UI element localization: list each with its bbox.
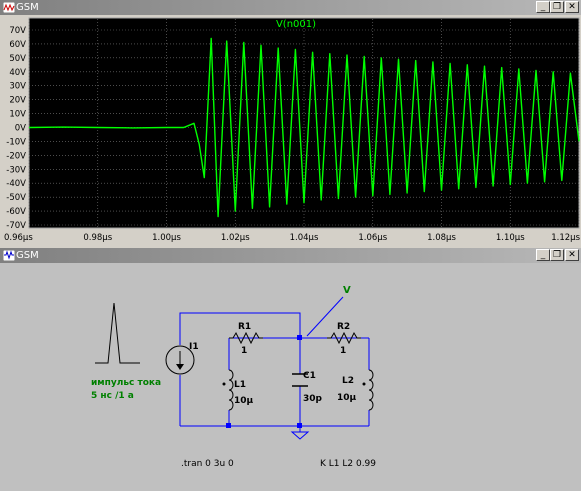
resistor-r2-name: R2 bbox=[337, 322, 350, 332]
y-tick-label: -60V bbox=[6, 207, 26, 217]
x-tick-label: 1.06µs bbox=[358, 233, 387, 243]
inductor-l1-value: 10µ bbox=[234, 396, 254, 406]
schematic-window: GSM _ ❐ ✕ I1 R1 1 R2 1 C1 30p L1 10µ L2 … bbox=[0, 248, 581, 491]
y-tick-label: -50V bbox=[6, 193, 26, 203]
tran-directive[interactable]: .tran 0 3u 0 bbox=[181, 459, 234, 469]
plot-minimize-button[interactable]: _ bbox=[536, 1, 550, 13]
y-tick-label: 50V bbox=[9, 54, 26, 64]
resistor-r2-value: 1 bbox=[340, 346, 346, 356]
capacitor-c1-name: C1 bbox=[303, 371, 316, 381]
pulse-caption-line-2: 5 нс /1 а bbox=[91, 391, 134, 401]
schematic-window-title: GSM bbox=[16, 250, 39, 261]
x-tick-label: 1.02µs bbox=[221, 233, 250, 243]
y-tick-label: 70V bbox=[9, 26, 26, 36]
x-tick-label: 1.04µs bbox=[290, 233, 319, 243]
schematic-window-titlebar[interactable]: GSM _ ❐ ✕ bbox=[0, 248, 581, 263]
plot-window: GSM _ ❐ ✕ 70V 60V 50V 40V 30V 20V 10V 0V -10V -20… bbox=[0, 0, 581, 244]
waveform-plot[interactable]: 70V 60V 50V 40V 30V 20V 10V 0V -10V -20V -30V -40V -… bbox=[0, 15, 581, 244]
x-tick-label: 1.10µs bbox=[496, 233, 525, 243]
pulse-caption-line-1: импульс тока bbox=[91, 378, 161, 388]
schematic-minimize-button[interactable]: _ bbox=[536, 249, 550, 261]
schematic-canvas[interactable]: I1 R1 1 R2 1 C1 30p L1 10µ L2 10µ V импу… bbox=[0, 263, 581, 491]
inductor-l2-name: L2 bbox=[342, 376, 354, 386]
x-tick-label: 0.96µs bbox=[4, 233, 33, 243]
resistor-r1-value: 1 bbox=[241, 346, 247, 356]
inductor-l1-dot bbox=[222, 382, 226, 386]
inductor-l1-name: L1 bbox=[234, 380, 246, 390]
schematic-app-icon bbox=[3, 250, 15, 261]
coupling-directive[interactable]: K L1 L2 0.99 bbox=[320, 459, 376, 469]
waveform-app-icon bbox=[3, 2, 15, 13]
plot-close-button[interactable]: ✕ bbox=[565, 1, 579, 13]
x-tick-label: 1.12µs bbox=[551, 233, 580, 243]
x-tick-label: 1.08µs bbox=[427, 233, 456, 243]
plot-window-titlebar[interactable]: GSM _ ❐ ✕ bbox=[0, 0, 581, 15]
x-tick-label: 1.00µs bbox=[152, 233, 181, 243]
y-tick-label: -20V bbox=[6, 151, 26, 161]
schematic-close-button[interactable]: ✕ bbox=[565, 249, 579, 261]
inductor-l2-dot bbox=[362, 382, 366, 386]
y-tick-label: -70V bbox=[6, 221, 26, 231]
y-tick-label: 30V bbox=[9, 82, 26, 92]
y-tick-label: 0V bbox=[15, 124, 26, 134]
net-label-v: V bbox=[343, 285, 351, 296]
plot-trace-title: V(n001) bbox=[276, 19, 316, 30]
y-tick-label: -10V bbox=[6, 137, 26, 147]
schematic-restore-button[interactable]: ❐ bbox=[550, 249, 564, 261]
y-tick-label: 20V bbox=[9, 96, 26, 106]
inductor-l2-value: 10µ bbox=[337, 393, 357, 403]
plot-window-title: GSM bbox=[16, 2, 39, 13]
y-tick-label: 40V bbox=[9, 68, 26, 78]
resistor-r1-name: R1 bbox=[238, 322, 251, 332]
source-i1-label: I1 bbox=[189, 342, 199, 352]
capacitor-c1-value: 30p bbox=[303, 394, 323, 404]
y-tick-label: -30V bbox=[6, 165, 26, 175]
y-tick-label: 10V bbox=[9, 110, 26, 120]
y-tick-label: -40V bbox=[6, 179, 26, 189]
x-tick-label: 0.98µs bbox=[83, 233, 112, 243]
plot-restore-button[interactable]: ❐ bbox=[550, 1, 564, 13]
y-tick-label: 60V bbox=[9, 40, 26, 50]
